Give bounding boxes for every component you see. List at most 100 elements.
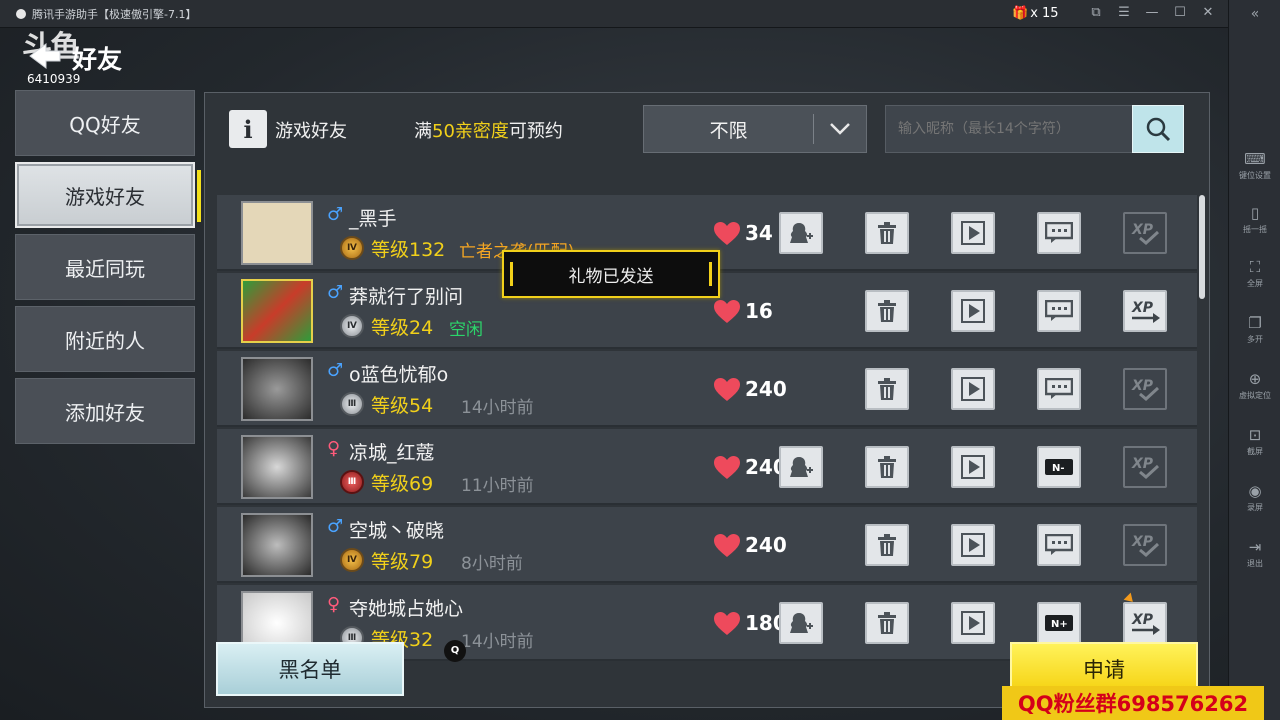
- page-title: 好友: [72, 45, 123, 74]
- play-icon: [961, 299, 985, 323]
- rightbar-item-location[interactable]: ⊕ 虚拟定位: [1229, 370, 1280, 401]
- chat-button[interactable]: [1037, 368, 1081, 410]
- heart-icon: [714, 378, 740, 401]
- friend-row: ♂ o蓝色忧郁o Ⅲ 等级54 14小时前 240 XP: [217, 351, 1197, 427]
- invite-button[interactable]: [779, 212, 823, 254]
- xp-send-icon: XP: [1131, 612, 1160, 635]
- play-button[interactable]: [951, 290, 995, 332]
- chat-button[interactable]: [1037, 212, 1081, 254]
- chat-notice-icon: N-: [1045, 459, 1073, 475]
- delete-button[interactable]: [865, 290, 909, 332]
- rightbar-item-exit[interactable]: ⇥ 退出: [1229, 538, 1280, 569]
- rightbar-item-screenshot[interactable]: ⊡ 截屏: [1229, 426, 1280, 457]
- delete-button[interactable]: [865, 212, 909, 254]
- chat-button[interactable]: [1037, 524, 1081, 566]
- friend-level: 等级132: [371, 239, 446, 261]
- delete-button[interactable]: [865, 602, 909, 644]
- intimacy-count: 16: [745, 299, 773, 323]
- chat-icon: [1045, 300, 1073, 321]
- play-button[interactable]: [951, 602, 995, 644]
- tab-nearby[interactable]: 附近的人: [15, 306, 195, 372]
- delete-button[interactable]: [865, 368, 909, 410]
- xp-send-button[interactable]: XP: [1123, 290, 1167, 332]
- friend-level: 等级79: [371, 551, 434, 573]
- record-icon: ◉: [1248, 482, 1262, 500]
- info-icon[interactable]: i: [229, 110, 267, 148]
- chat-notice-button[interactable]: N-: [1037, 446, 1081, 488]
- chat-notice-button[interactable]: N+: [1037, 602, 1081, 644]
- trash-icon: [878, 378, 896, 400]
- play-icon: [961, 377, 985, 401]
- play-icon: [961, 221, 985, 245]
- xp-card-button[interactable]: XP: [1123, 368, 1167, 410]
- collapse-icon[interactable]: «: [1229, 6, 1280, 22]
- gift-counter[interactable]: 🎁 x 15: [1012, 6, 1059, 21]
- delete-button[interactable]: [865, 446, 909, 488]
- friend-status: 14小时前: [461, 632, 534, 652]
- list-scrollbar[interactable]: [1199, 195, 1205, 299]
- play-button[interactable]: [951, 524, 995, 566]
- play-button[interactable]: [951, 368, 995, 410]
- rank-icon: Ⅳ: [340, 236, 364, 260]
- play-button[interactable]: [951, 446, 995, 488]
- friend-level: 等级54: [371, 395, 434, 417]
- rightbar-item-record[interactable]: ◉ 录屏: [1229, 482, 1280, 513]
- menu-icon[interactable]: ☰: [1116, 4, 1132, 22]
- avatar[interactable]: [241, 435, 313, 499]
- rightbar-item-fullscreen[interactable]: ⛶ 全屏: [1229, 258, 1280, 289]
- search-input[interactable]: [885, 105, 1133, 153]
- heart-icon: [714, 534, 740, 557]
- search-button[interactable]: [1132, 105, 1184, 153]
- minimize-icon[interactable]: —: [1144, 4, 1160, 22]
- chat-notice-icon: N+: [1045, 615, 1073, 631]
- delete-button[interactable]: [865, 524, 909, 566]
- chat-icon: [1045, 378, 1073, 399]
- svg-text:XP: XP: [1131, 300, 1154, 316]
- back-arrow-icon[interactable]: [28, 42, 62, 70]
- friend-status: 11小时前: [461, 476, 534, 496]
- tab-add-friend[interactable]: 添加好友: [15, 378, 195, 444]
- intimacy-count: 240: [745, 377, 787, 401]
- rightbar-item-multi[interactable]: ❐ 多开: [1229, 314, 1280, 345]
- invite-button[interactable]: [779, 602, 823, 644]
- multi-open-icon: ❐: [1248, 314, 1262, 332]
- xp-card-button[interactable]: XP: [1123, 446, 1167, 488]
- intimacy-hint: 满50亲密度可预约: [414, 121, 563, 142]
- tab-qq-friends[interactable]: QQ好友: [15, 90, 195, 156]
- xp-check-icon: XP: [1131, 534, 1160, 557]
- play-button[interactable]: [951, 212, 995, 254]
- q-badge[interactable]: Q: [444, 640, 466, 662]
- xp-send-button[interactable]: XP: [1123, 602, 1167, 644]
- intimacy-count: 240: [745, 533, 787, 557]
- xp-card-button[interactable]: XP: [1123, 212, 1167, 254]
- avatar[interactable]: [241, 201, 313, 265]
- xp-card-button[interactable]: XP: [1123, 524, 1167, 566]
- svg-text:XP: XP: [1131, 378, 1154, 394]
- rightbar-item-keyboard[interactable]: ⌨ 键位设置: [1229, 150, 1280, 181]
- maximize-icon[interactable]: ☐: [1172, 4, 1188, 22]
- friend-name: 莽就行了别问: [349, 286, 464, 308]
- fullscreen-icon: ⛶: [1249, 258, 1261, 276]
- blacklist-button[interactable]: 黑名单: [216, 642, 404, 696]
- xp-check-icon: XP: [1131, 456, 1160, 479]
- avatar[interactable]: [241, 513, 313, 577]
- restore-window-icon[interactable]: ⧉: [1088, 4, 1104, 22]
- rightbar-item-shake[interactable]: ▯ 摇一摇: [1229, 204, 1280, 235]
- tab-recent-players[interactable]: 最近同玩: [15, 234, 195, 300]
- filter-dropdown[interactable]: 不限: [643, 105, 867, 153]
- app-icon: [16, 8, 26, 19]
- svg-text:XP: XP: [1131, 612, 1154, 628]
- trash-icon: [878, 612, 896, 634]
- filter-value: 不限: [709, 119, 748, 142]
- intimacy-count: 34: [745, 221, 773, 245]
- invite-button[interactable]: [779, 446, 823, 488]
- tab-game-friends[interactable]: 游戏好友: [15, 162, 201, 228]
- svg-text:XP: XP: [1131, 456, 1154, 472]
- avatar[interactable]: [241, 279, 313, 343]
- chat-button[interactable]: [1037, 290, 1081, 332]
- avatar[interactable]: [241, 357, 313, 421]
- play-icon: [961, 455, 985, 479]
- rank-icon: Ⅲ: [340, 392, 364, 416]
- svg-text:N-: N-: [1052, 463, 1065, 474]
- close-icon[interactable]: ✕: [1200, 4, 1216, 22]
